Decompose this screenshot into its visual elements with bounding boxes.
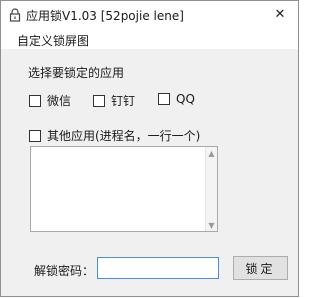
password-label: 解锁密码： [34, 264, 95, 278]
lock-icon [9, 8, 21, 22]
checkbox-box[interactable] [29, 129, 41, 142]
checkbox-dingtalk[interactable]: 钉钉 [93, 92, 135, 109]
close-button[interactable]: ✕ [268, 3, 292, 25]
checkbox-qq[interactable]: QQ [158, 92, 195, 106]
lock-button[interactable]: 锁定 [233, 256, 288, 280]
checkbox-label: 其他应用(进程名，一行一个) [47, 129, 201, 143]
vertical-scrollbar[interactable]: ▲ ▼ [205, 147, 217, 231]
other-apps-textarea[interactable]: ▲ ▼ [30, 146, 218, 232]
close-icon: ✕ [274, 6, 286, 22]
checkbox-label: 钉钉 [111, 94, 136, 108]
app-window: 应用锁V1.03 [52pojie lene] ✕ 自定义锁屏图 选择要锁定的应… [0, 0, 299, 297]
select-apps-label: 选择要锁定的应用 [28, 66, 125, 80]
menu-item-custom-lock-screen[interactable]: 自定义锁屏图 [17, 32, 89, 49]
window-title: 应用锁V1.03 [52pojie lene] [26, 9, 184, 23]
checkbox-box[interactable] [93, 94, 105, 107]
checkbox-wechat[interactable]: 微信 [29, 92, 71, 109]
title-bar: 应用锁V1.03 [52pojie lene] ✕ [1, 1, 298, 29]
checkbox-box[interactable] [158, 93, 170, 105]
checkbox-label: QQ [176, 92, 195, 106]
checkbox-other-apps[interactable]: 其他应用(进程名，一行一个) [29, 127, 200, 144]
checkbox-box[interactable] [29, 94, 41, 107]
checkbox-label: 微信 [47, 94, 72, 108]
scroll-down-arrow-icon[interactable]: ▼ [206, 219, 217, 231]
menu-bar: 自定义锁屏图 [1, 29, 298, 49]
scroll-up-arrow-icon[interactable]: ▲ [206, 147, 217, 159]
password-input[interactable] [97, 257, 219, 279]
